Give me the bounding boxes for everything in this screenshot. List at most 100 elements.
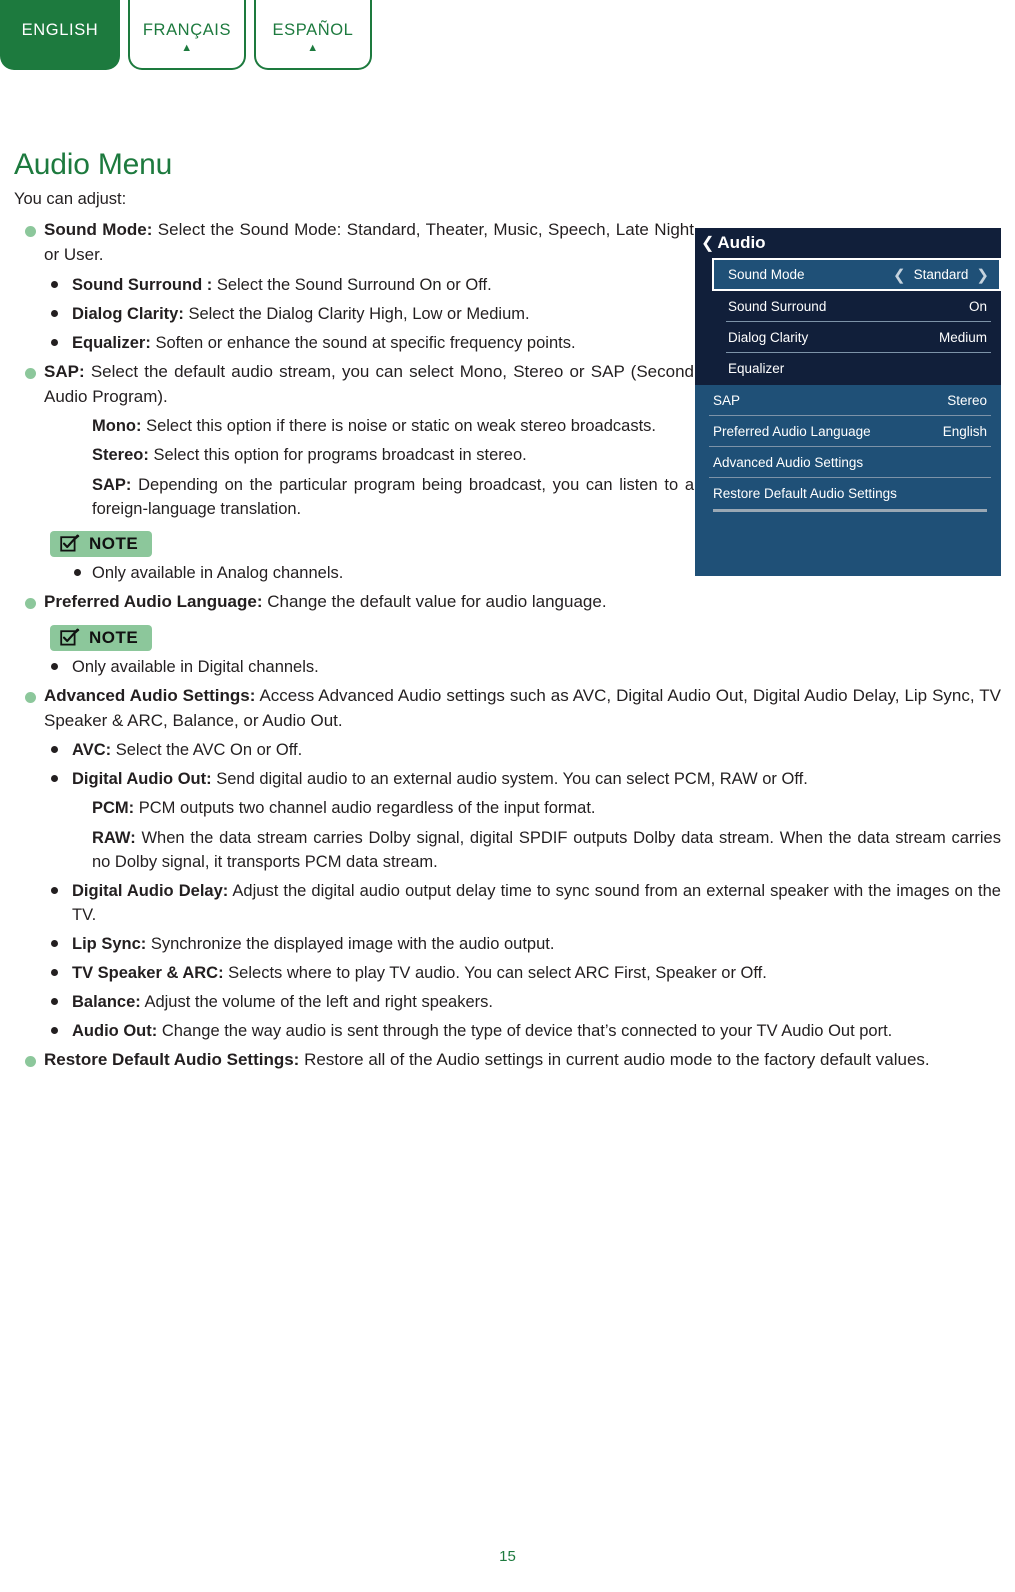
- note-label: NOTE: [89, 627, 139, 647]
- bullet-icon: [51, 338, 58, 346]
- note-badge: NOTE: [50, 624, 153, 651]
- osd-row-value: English: [942, 424, 987, 439]
- osd-header: ❮ Audio: [695, 228, 1001, 258]
- term-label: SAP:: [44, 361, 85, 381]
- green-bullet-icon: [25, 597, 36, 609]
- back-chevron-icon[interactable]: ❮: [701, 233, 714, 253]
- green-bullet-icon: [25, 691, 36, 703]
- term-label: Sound Surround :: [72, 275, 213, 294]
- osd-row-dialog-clarity[interactable]: Dialog Clarity Medium: [712, 322, 1001, 353]
- term-description: Select the default audio stream, you can…: [44, 361, 694, 406]
- term-label: Lip Sync:: [72, 934, 147, 953]
- list-item-preferred-audio-language: Preferred Audio Language: Change the def…: [14, 590, 694, 615]
- osd-row-sound-surround[interactable]: Sound Surround On: [712, 291, 1001, 322]
- osd-row-sap[interactable]: SAP Stereo: [695, 385, 1001, 416]
- chevron-right-icon[interactable]: ❯: [976, 266, 989, 284]
- term-description: Depending on the particular program bein…: [92, 475, 694, 518]
- bullet-icon: [51, 309, 58, 317]
- term-label: Equalizer:: [72, 333, 151, 352]
- term-description: Select this option for programs broadcas…: [148, 446, 527, 465]
- osd-top-rows: Sound Mode ❮ Standard ❯ Sound Surround O…: [695, 258, 1001, 384]
- note-text: Only available in Digital channels.: [72, 657, 319, 676]
- list-item-sound-mode: Sound Mode: Select the Sound Mode: Stand…: [14, 218, 694, 268]
- list-item-mono: Mono: Select this option if there is noi…: [14, 414, 694, 438]
- term-label: Advanced Audio Settings:: [44, 685, 256, 705]
- tv-audio-menu-panel: ❮ Audio Sound Mode ❮ Standard ❯ Sound Su…: [695, 228, 1001, 576]
- term-label: AVC:: [72, 741, 112, 760]
- list-item-lip-sync: Lip Sync: Synchronize the displayed imag…: [14, 932, 1001, 956]
- list-item-audio-out: Audio Out: Change the way audio is sent …: [14, 1019, 1001, 1043]
- list-item-tv-speaker-arc: TV Speaker & ARC: Selects where to play …: [14, 961, 1001, 985]
- list-item-avc: AVC: Select the AVC On or Off.: [14, 738, 1001, 762]
- osd-row-advanced-audio-settings[interactable]: Advanced Audio Settings: [695, 447, 1001, 478]
- osd-bottom-divider: [713, 509, 987, 512]
- term-label: Mono:: [92, 417, 142, 436]
- chevron-left-icon[interactable]: ❮: [893, 266, 906, 284]
- list-item-sap: SAP: Select the default audio stream, yo…: [14, 360, 694, 410]
- term-description: When the data stream carries Dolby signa…: [92, 828, 1001, 871]
- list-item-dialog-clarity: Dialog Clarity: Select the Dialog Clarit…: [14, 302, 694, 326]
- list-item-balance: Balance: Adjust the volume of the left a…: [14, 990, 1001, 1014]
- green-bullet-icon: [25, 367, 36, 379]
- bullet-icon: [51, 886, 58, 894]
- osd-top-section: ❮ Audio Sound Mode ❮ Standard ❯ Sound Su…: [695, 228, 1001, 385]
- note-item-analog: Only available in Analog channels.: [14, 561, 694, 585]
- bullet-icon: [51, 968, 58, 976]
- list-item-advanced-audio-settings: Advanced Audio Settings: Access Advanced…: [14, 684, 1001, 734]
- osd-row-label: Advanced Audio Settings: [713, 455, 864, 470]
- note-text: Only available in Analog channels.: [92, 563, 344, 582]
- bullet-icon: [51, 775, 58, 783]
- osd-row-value: Medium: [938, 330, 987, 345]
- osd-row-preferred-audio-language[interactable]: Preferred Audio Language English: [695, 416, 1001, 447]
- osd-row-value: Standard: [913, 267, 969, 282]
- page-title: Audio Menu: [14, 148, 173, 181]
- term-description: Synchronize the displayed image with the…: [146, 934, 555, 953]
- green-bullet-icon: [25, 225, 36, 237]
- term-description: Soften or enhance the sound at specific …: [150, 333, 576, 352]
- osd-row-label: Restore Default Audio Settings: [713, 486, 897, 501]
- term-description: Select the Sound Surround On or Off.: [212, 275, 492, 294]
- term-description: Restore all of the Audio settings in cur…: [299, 1050, 930, 1070]
- osd-row-sound-mode[interactable]: Sound Mode ❮ Standard ❯: [712, 258, 1001, 291]
- list-item-digital-audio-delay: Digital Audio Delay: Adjust the digital …: [14, 879, 1001, 927]
- osd-row-equalizer[interactable]: Equalizer: [712, 353, 1001, 384]
- term-description: Select this option if there is noise or …: [141, 417, 656, 436]
- list-item-stereo: Stereo: Select this option for programs …: [14, 443, 694, 467]
- note-item-digital: Only available in Digital channels.: [14, 655, 1001, 679]
- term-label: Dialog Clarity:: [72, 304, 184, 323]
- osd-row-label: Equalizer: [728, 361, 785, 376]
- bullet-icon: [51, 662, 58, 670]
- note-checkbox-pen-icon: [60, 628, 80, 646]
- list-item-sap-sub: SAP: Depending on the particular program…: [14, 473, 694, 521]
- list-item-equalizer: Equalizer: Soften or enhance the sound a…: [14, 331, 694, 355]
- term-label: RAW:: [92, 828, 136, 847]
- osd-row-restore-default-audio-settings[interactable]: Restore Default Audio Settings: [695, 478, 1001, 509]
- note-label: NOTE: [89, 533, 139, 553]
- osd-row-value: Stereo: [947, 393, 987, 408]
- bullet-icon: [51, 280, 58, 288]
- green-bullet-icon: [25, 1056, 36, 1068]
- document-page: Audio Menu You can adjust: Sound Mode: S…: [0, 0, 1015, 1592]
- osd-row-value-group: ❮ Standard ❯: [893, 266, 989, 284]
- term-label: Preferred Audio Language:: [44, 591, 263, 611]
- list-item-sound-surround: Sound Surround : Select the Sound Surrou…: [14, 273, 694, 297]
- osd-row-label: Sound Surround: [728, 299, 827, 314]
- term-label: Digital Audio Out:: [72, 770, 212, 789]
- term-description: Adjust the volume of the left and right …: [140, 993, 493, 1012]
- list-item-digital-audio-out: Digital Audio Out: Send digital audio to…: [14, 767, 1001, 791]
- term-label: Audio Out:: [72, 1022, 158, 1041]
- term-label: Balance:: [72, 993, 141, 1012]
- term-label: Digital Audio Delay:: [72, 881, 229, 900]
- term-description: PCM outputs two channel audio regardless…: [134, 799, 596, 818]
- term-label: SAP:: [92, 475, 132, 494]
- osd-bottom-section: SAP Stereo Preferred Audio Language Engl…: [695, 385, 1001, 512]
- list-item-pcm: PCM: PCM outputs two channel audio regar…: [14, 796, 1001, 820]
- term-label: PCM:: [92, 799, 135, 818]
- note-badge: NOTE: [50, 530, 153, 557]
- bullet-icon: [51, 998, 58, 1006]
- osd-row-label: SAP: [713, 393, 741, 408]
- bullet-icon: [51, 746, 58, 754]
- list-item-raw: RAW: When the data stream carries Dolby …: [14, 826, 1001, 874]
- term-description: Change the way audio is sent through the…: [157, 1022, 893, 1041]
- term-description: Change the default value for audio langu…: [262, 591, 607, 611]
